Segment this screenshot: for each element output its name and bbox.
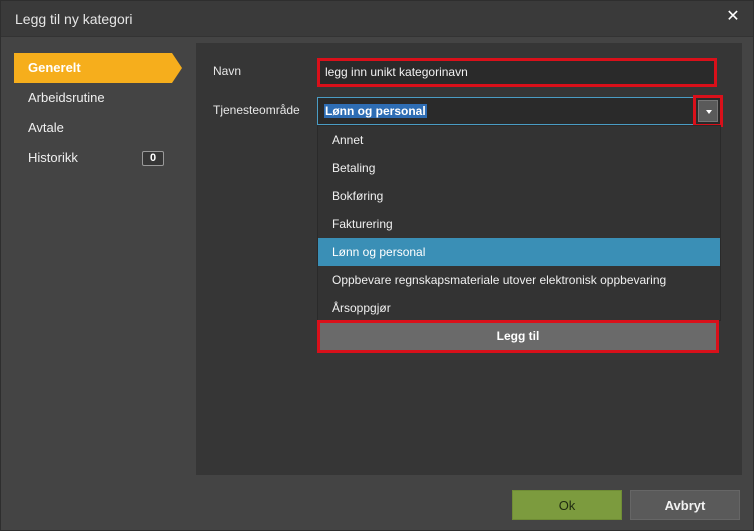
sidebar-item-historikk[interactable]: Historikk 0: [14, 143, 184, 173]
sidebar-item-label: Avtale: [28, 120, 64, 135]
sidebar-item-label: Generelt: [28, 60, 81, 75]
tjeneste-label: Tjenesteområde: [213, 103, 300, 117]
cancel-button[interactable]: Avbryt: [630, 490, 740, 520]
count-badge: 0: [142, 151, 164, 166]
title-bar: Legg til ny kategori ✕: [1, 1, 753, 37]
sidebar-item-arbeidsrutine[interactable]: Arbeidsrutine: [14, 83, 184, 113]
dropdown-button-face: [698, 100, 718, 122]
dropdown-option-oppbevare[interactable]: Oppbevare regnskapsmateriale utover elek…: [318, 266, 720, 294]
dropdown-option-fakturering[interactable]: Fakturering: [318, 210, 720, 238]
navn-label: Navn: [213, 64, 242, 78]
dialog-title: Legg til ny kategori: [15, 11, 133, 27]
dropdown-toggle-button[interactable]: [693, 95, 723, 127]
dropdown-option-arsoppgjor[interactable]: Årsoppgjør: [318, 294, 720, 322]
sidebar-item-label: Historikk: [28, 150, 78, 165]
ok-button[interactable]: Ok: [512, 490, 622, 520]
sidebar: Generelt Arbeidsrutine Avtale Historikk …: [14, 53, 184, 173]
dropdown-option-bokforing[interactable]: Bokføring: [318, 182, 720, 210]
sidebar-item-label: Arbeidsrutine: [28, 90, 105, 105]
dropdown-list: Annet Betaling Bokføring Fakturering Løn…: [317, 125, 721, 321]
dialog: Legg til ny kategori ✕ Generelt Arbeidsr…: [0, 0, 754, 531]
dropdown-option-annet[interactable]: Annet: [318, 126, 720, 154]
sidebar-item-avtale[interactable]: Avtale: [14, 113, 184, 143]
dropdown-option-betaling[interactable]: Betaling: [318, 154, 720, 182]
select-value: Lønn og personal: [324, 104, 427, 118]
chevron-down-icon: [706, 110, 712, 114]
sidebar-item-generelt[interactable]: Generelt: [14, 53, 182, 83]
navn-input[interactable]: legg inn unikt kategorinavn: [317, 58, 717, 87]
dropdown-option-lonn-og-personal[interactable]: Lønn og personal: [318, 238, 720, 266]
close-icon[interactable]: ✕: [725, 9, 741, 25]
add-button[interactable]: Legg til: [317, 320, 719, 353]
tjeneste-select[interactable]: Lønn og personal: [317, 95, 723, 127]
